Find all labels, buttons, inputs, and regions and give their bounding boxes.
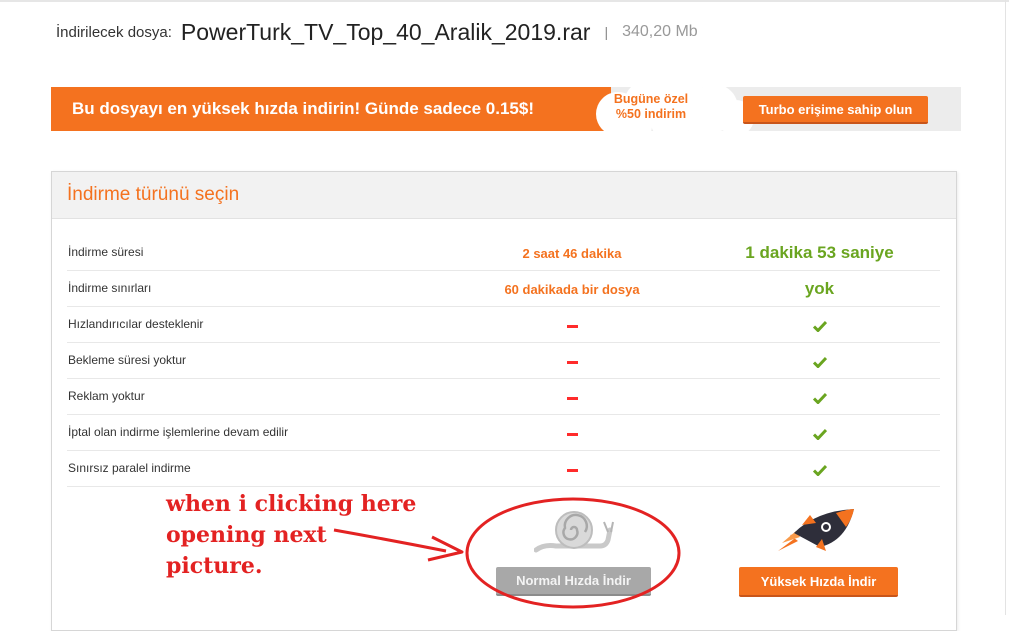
dash-icon xyxy=(566,469,578,473)
check-icon xyxy=(812,320,827,332)
row-label: İndirme sınırları xyxy=(68,281,152,295)
high-speed-download-button[interactable]: Yüksek Hızda İndir xyxy=(739,567,898,597)
promo-banner: Bu dosyayı en yüksek hızda indirin! Günd… xyxy=(51,80,961,142)
annotation-line: opening next xyxy=(166,522,327,548)
normal-value: 60 dakikada bir dosya xyxy=(504,282,640,297)
table-row: Reklam yoktur xyxy=(67,379,940,415)
discount-line2: %50 indirim xyxy=(615,107,687,121)
right-border xyxy=(1005,0,1006,615)
file-name: PowerTurk_TV_Top_40_Aralik_2019.rar xyxy=(180,18,591,45)
table-row: Bekleme süresi yoktur xyxy=(67,343,940,379)
row-label: İndirme süresi xyxy=(68,245,144,259)
file-info: İndirilecek dosya: PowerTurk_TV_Top_40_A… xyxy=(56,14,698,50)
panel-header: İndirme türünü seçin xyxy=(52,172,956,219)
dash-icon xyxy=(566,361,578,365)
table-row: Hızlandırıcılar desteklenir xyxy=(67,307,940,343)
panel-title: İndirme türünü seçin xyxy=(67,184,240,205)
row-label: Hızlandırıcılar desteklenir xyxy=(68,317,204,331)
file-separator: | xyxy=(604,24,609,40)
fast-value: 1 dakika 53 saniye xyxy=(745,243,894,262)
dash-icon xyxy=(566,397,578,401)
snail-icon xyxy=(534,511,614,553)
row-label: İptal olan indirme işlemlerine devam edi… xyxy=(68,425,289,439)
fast-value: yok xyxy=(804,279,835,298)
discount-badge: Bugüne özel %50 indirim xyxy=(594,92,708,122)
discount-line1: Bugüne özel xyxy=(613,92,689,106)
promo-text: Bu dosyayı en yüksek hızda indirin! Günd… xyxy=(51,87,611,131)
top-border xyxy=(0,0,1009,2)
row-label: Sınırsız paralel indirme xyxy=(68,461,191,475)
table-row: İptal olan indirme işlemlerine devam edi… xyxy=(67,415,940,451)
normal-value: 2 saat 46 dakika xyxy=(522,246,622,261)
file-label: İndirilecek dosya: xyxy=(56,23,172,41)
check-icon xyxy=(812,392,827,404)
annotation-line: when i clicking here xyxy=(166,491,417,517)
check-icon xyxy=(812,356,827,368)
check-icon xyxy=(812,428,827,440)
table-row: İndirme süresi 2 saat 46 dakika 1 dakika… xyxy=(67,235,940,271)
table-row: Sınırsız paralel indirme xyxy=(67,451,940,487)
row-label: Bekleme süresi yoktur xyxy=(68,353,187,367)
annotation-text: when i clicking here opening next pictur… xyxy=(166,489,416,582)
normal-speed-download-button[interactable]: Normal Hızda İndir xyxy=(496,567,651,596)
table-row: İndirme sınırları 60 dakikada bir dosya … xyxy=(67,271,940,307)
check-icon xyxy=(812,464,827,476)
row-label: Reklam yoktur xyxy=(68,389,145,403)
rocket-icon xyxy=(778,509,854,551)
file-size: 340,20 Mb xyxy=(622,23,698,40)
turbo-access-button[interactable]: Turbo erişime sahip olun xyxy=(743,96,928,124)
comparison-table: İndirme süresi 2 saat 46 dakika 1 dakika… xyxy=(67,235,940,487)
annotation-line: picture. xyxy=(166,553,263,579)
dash-icon xyxy=(566,325,578,329)
dash-icon xyxy=(566,433,578,437)
